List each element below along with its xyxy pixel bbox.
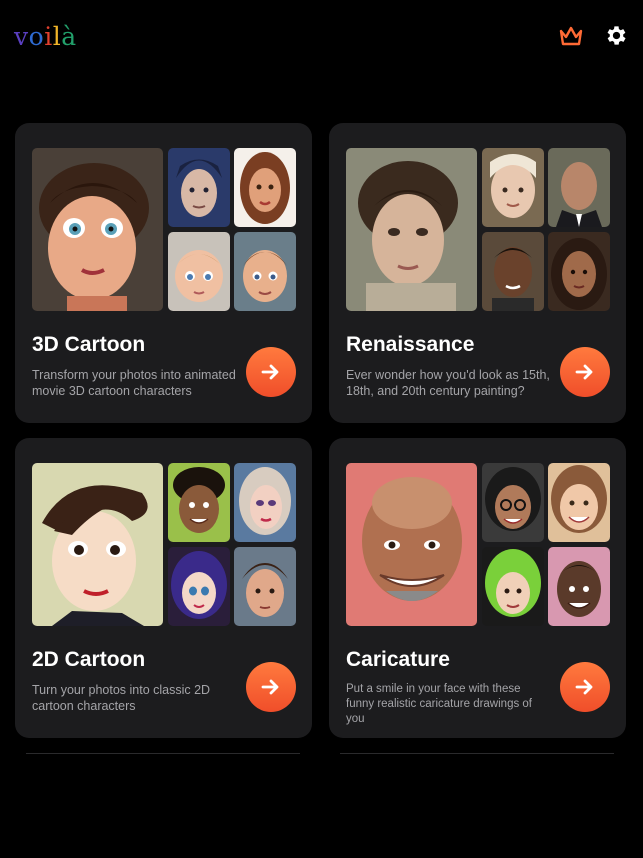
preview-image — [548, 232, 610, 311]
preview-image — [482, 463, 544, 542]
preview-image-main — [32, 463, 163, 626]
logo-letter: i — [44, 22, 53, 51]
preview-image — [234, 547, 296, 626]
arrow-right-icon — [575, 364, 593, 380]
preview-image — [168, 148, 230, 227]
app-logo: voilà — [14, 22, 77, 51]
preview-image — [548, 547, 610, 626]
open-style-button[interactable] — [246, 347, 296, 397]
preview-image — [234, 232, 296, 311]
card-description: Put a smile in your face with these funn… — [346, 683, 532, 725]
list-divider — [340, 753, 614, 754]
card-description: Transform your photos into animated movi… — [32, 368, 236, 398]
open-style-button[interactable] — [560, 347, 610, 397]
arrow-right-icon — [261, 679, 279, 695]
preview-image — [482, 148, 544, 227]
list-divider — [26, 753, 300, 754]
preview-image — [168, 463, 230, 542]
card-description: Turn your photos into classic 2D cartoon… — [32, 683, 211, 713]
style-card-2d-cartoon[interactable]: 2D Cartoon Turn your photos into classic… — [15, 438, 312, 738]
preview-image-main — [32, 148, 163, 311]
top-bar: voilà — [0, 0, 643, 70]
gear-icon[interactable] — [604, 23, 629, 48]
card-title: 2D Cartoon — [32, 648, 146, 671]
crown-icon[interactable] — [558, 25, 584, 47]
logo-letter: l — [52, 22, 62, 51]
card-title: Caricature — [346, 648, 450, 671]
style-card-3d-cartoon[interactable]: 3D Cartoon Transform your photos into an… — [15, 123, 312, 423]
preview-image — [548, 148, 610, 227]
arrow-right-icon — [261, 364, 279, 380]
style-card-renaissance[interactable]: Renaissance Ever wonder how you'd look a… — [329, 123, 626, 423]
open-style-button[interactable] — [560, 662, 610, 712]
logo-letter: à — [61, 22, 77, 51]
style-card-caricature[interactable]: Caricature Put a smile in your face with… — [329, 438, 626, 738]
logo-letter: o — [28, 22, 45, 51]
logo-letter: v — [14, 22, 29, 51]
preview-image — [168, 232, 230, 311]
card-title: Renaissance — [346, 333, 475, 356]
preview-image — [168, 547, 230, 626]
card-title: 3D Cartoon — [32, 333, 146, 356]
preview-image — [548, 463, 610, 542]
open-style-button[interactable] — [246, 662, 296, 712]
preview-image — [234, 463, 296, 542]
preview-image — [234, 148, 296, 227]
preview-image-main — [346, 463, 477, 626]
preview-image — [482, 547, 544, 626]
card-description: Ever wonder how you'd look as 15th, 18th… — [346, 368, 550, 398]
preview-image — [482, 232, 544, 311]
preview-image-main — [346, 148, 477, 311]
arrow-right-icon — [575, 679, 593, 695]
